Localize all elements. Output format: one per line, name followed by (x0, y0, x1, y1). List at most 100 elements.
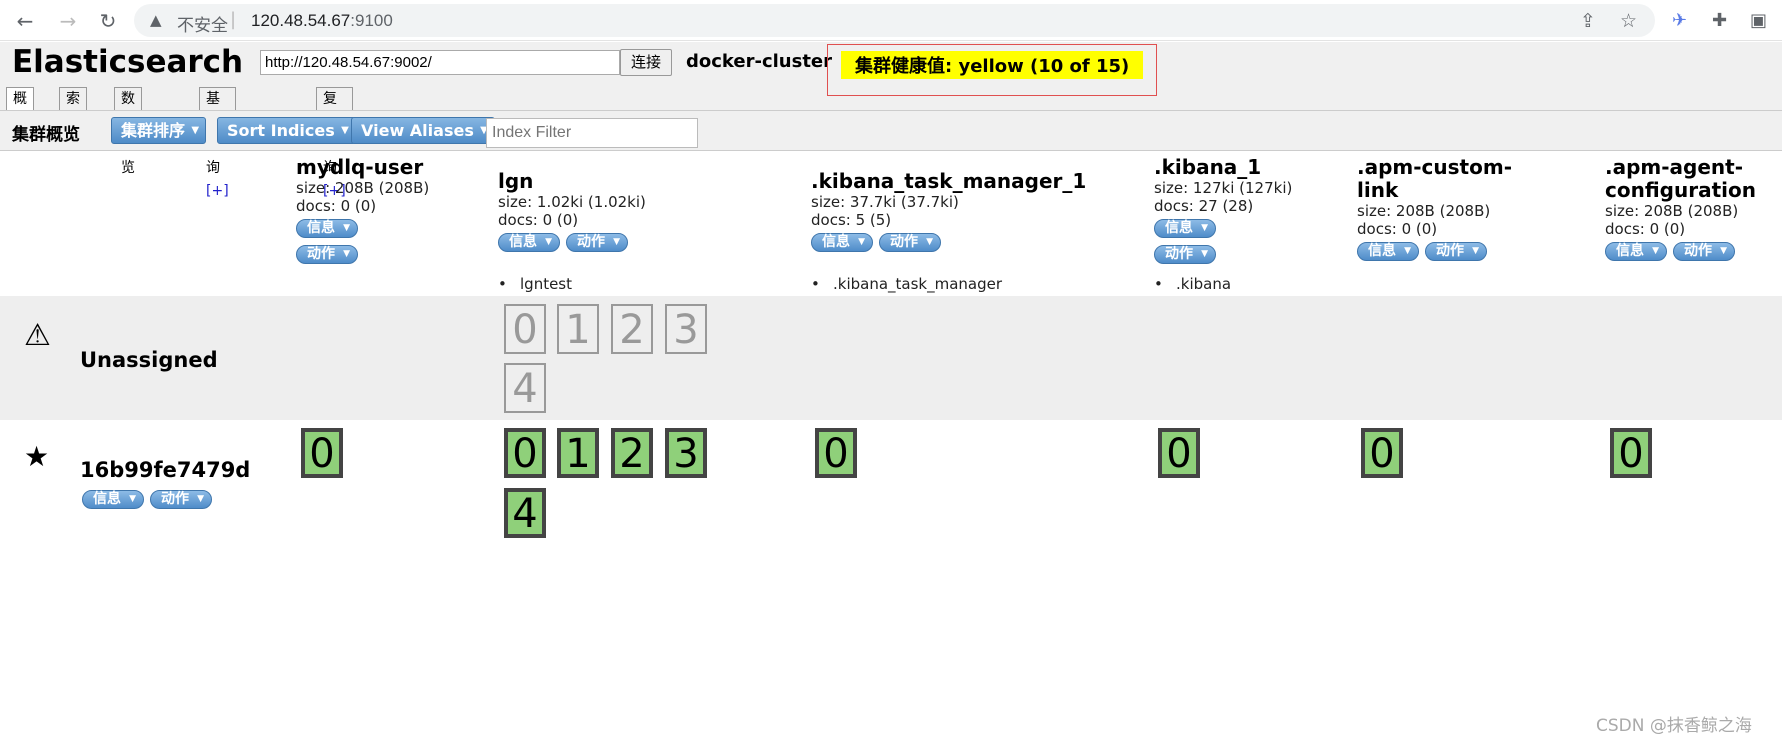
action-button[interactable]: 动作 ▼ (879, 233, 941, 252)
node-action-button[interactable]: 动作 ▼ (150, 490, 212, 509)
index-name: .kibana_1 (1154, 155, 1262, 179)
shard-kibana-task-manager[interactable]: 0 (815, 428, 857, 478)
shard-unassigned[interactable]: 1 (557, 304, 599, 354)
index-header-kibana-1: .kibana_1 size: 127ki (127ki) docs: 27 (… (1154, 156, 1344, 264)
index-docs: docs: 5 (5) (811, 211, 892, 229)
cluster-sort-button[interactable]: 集群排序 ▼ (111, 117, 207, 144)
index-docs: docs: 27 (28) (1154, 197, 1254, 215)
info-button[interactable]: 信息 ▼ (811, 233, 873, 252)
node-info-button[interactable]: 信息 ▼ (82, 490, 144, 509)
alias-lgntest[interactable]: lgntest (498, 275, 572, 293)
caret-down-icon: ▼ (545, 237, 552, 247)
index-size: size: 208B (208B) (1605, 202, 1739, 220)
shard-unassigned[interactable]: 3 (665, 304, 707, 354)
index-name: lgn (498, 169, 534, 193)
shard-mydlq-user[interactable]: 0 (301, 428, 343, 478)
index-size: size: 37.7ki (37.7ki) (811, 193, 959, 211)
info-button[interactable]: 信息 ▼ (296, 219, 358, 238)
index-name: .kibana_task_manager_1 (811, 169, 1087, 193)
alias-kibana[interactable]: .kibana (1154, 275, 1231, 293)
index-docs: docs: 0 (0) (498, 211, 579, 229)
view-aliases-button[interactable]: View Aliases ▼ (351, 117, 495, 144)
caret-down-icon: ▼ (926, 237, 933, 247)
pill-label: 动作 (577, 234, 605, 250)
extension-bird-icon[interactable]: ✈ (1672, 10, 1687, 31)
bookmark-star-icon[interactable]: ☆ (1620, 10, 1637, 32)
connect-button[interactable]: 连接 (620, 49, 672, 76)
forward-icon[interactable]: → (55, 8, 81, 34)
pill-label: 信息 (509, 234, 537, 250)
caret-down-icon: ▼ (191, 125, 200, 136)
button-label: Sort Indices (227, 121, 335, 140)
tab-plus: [+] (206, 183, 229, 199)
action-button[interactable]: 动作 ▼ (566, 233, 628, 252)
connect-url-input[interactable] (260, 50, 620, 75)
tab-overview[interactable]: 概览 (6, 87, 34, 130)
action-button[interactable]: 动作 ▼ (296, 245, 358, 264)
tab-browser[interactable]: 数据浏览 (114, 87, 142, 176)
index-name: .apm-custom-link (1357, 155, 1512, 202)
index-header-kibana-task-manager: .kibana_task_manager_1 size: 37.7ki (37.… (811, 170, 1131, 252)
caret-down-icon: ▼ (858, 237, 865, 247)
pill-label: 动作 (307, 246, 335, 262)
side-panel-icon[interactable]: ▣ (1750, 10, 1767, 31)
index-size: size: 208B (208B) (296, 179, 430, 197)
shard-lgn[interactable]: 4 (504, 488, 546, 538)
action-button[interactable]: 动作 ▼ (1425, 242, 1487, 261)
action-button[interactable]: 动作 ▼ (1673, 242, 1735, 261)
caret-down-icon: ▼ (1720, 246, 1727, 256)
index-size: size: 208B (208B) (1357, 202, 1491, 220)
info-button[interactable]: 信息 ▼ (1154, 219, 1216, 238)
url-text[interactable]: 120.48.54.67:9100 (251, 11, 393, 31)
caret-down-icon: ▼ (1201, 249, 1208, 259)
app-title: Elasticsearch (12, 44, 244, 80)
info-button[interactable]: 信息 ▼ (1357, 242, 1419, 261)
index-header-apm-agent-configuration: .apm-agent-configuration size: 208B (208… (1605, 156, 1780, 261)
star-icon: ★ (24, 440, 50, 473)
shard-unassigned[interactable]: 0 (504, 304, 546, 354)
share-icon[interactable]: ⇪ (1580, 10, 1596, 32)
pill-label: 信息 (822, 234, 850, 250)
extensions-puzzle-icon[interactable]: ✚ (1712, 10, 1727, 31)
caret-down-icon: ▼ (613, 237, 620, 247)
cluster-health: 集群健康值: yellow (10 of 15) (841, 51, 1144, 79)
warning-icon: ▲ (150, 11, 162, 29)
shard-lgn[interactable]: 3 (665, 428, 707, 478)
index-header-mydlq-user: mydlq-user size: 208B (208B) docs: 0 (0)… (296, 156, 476, 264)
shard-lgn[interactable]: 0 (504, 428, 546, 478)
shard-kibana-1[interactable]: 0 (1158, 428, 1200, 478)
index-docs: docs: 0 (0) (296, 197, 377, 215)
index-docs: docs: 0 (0) (1357, 220, 1438, 238)
shard-lgn[interactable]: 1 (557, 428, 599, 478)
index-filter-input[interactable] (486, 118, 698, 148)
pill-label: 信息 (1165, 220, 1193, 236)
button-label: 集群排序 (121, 121, 186, 140)
info-button[interactable]: 信息 ▼ (1605, 242, 1667, 261)
reload-icon[interactable]: ↻ (95, 8, 121, 34)
sort-indices-button[interactable]: Sort Indices ▼ (217, 117, 356, 144)
caret-down-icon: ▼ (1404, 246, 1411, 256)
tab-indices[interactable]: 索引 (59, 87, 87, 130)
health-highlight-box: 集群健康值: yellow (10 of 15) (827, 44, 1157, 96)
warning-triangle-icon: ⚠ (24, 318, 51, 353)
tab-compound-query[interactable]: 复合查询 [+] (316, 87, 353, 199)
url-port: :9100 (350, 11, 393, 30)
shard-apm-custom-link[interactable]: 0 (1361, 428, 1403, 478)
back-icon[interactable]: ← (12, 8, 38, 34)
shard-lgn[interactable]: 2 (611, 428, 653, 478)
toolbar-title: 集群概览 (12, 125, 80, 145)
shard-apm-agent-configuration[interactable]: 0 (1610, 428, 1652, 478)
cluster-name: docker-cluster (686, 51, 833, 72)
tab-basic-query[interactable]: 基本查询 [+] (199, 87, 236, 199)
pill-label: 动作 (1684, 243, 1712, 259)
shard-unassigned[interactable]: 4 (504, 363, 546, 413)
pill-label: 动作 (890, 234, 918, 250)
address-bar[interactable]: ▲ 不安全 | 120.48.54.67:9100 ⇪ ☆ (134, 4, 1655, 37)
button-label: View Aliases (361, 121, 474, 140)
info-button[interactable]: 信息 ▼ (498, 233, 560, 252)
action-button[interactable]: 动作 ▼ (1154, 245, 1216, 264)
index-name: mydlq-user (296, 155, 424, 179)
shard-unassigned[interactable]: 2 (611, 304, 653, 354)
alias-kibana-task-manager[interactable]: .kibana_task_manager (811, 275, 1002, 293)
caret-down-icon: ▼ (341, 125, 349, 136)
